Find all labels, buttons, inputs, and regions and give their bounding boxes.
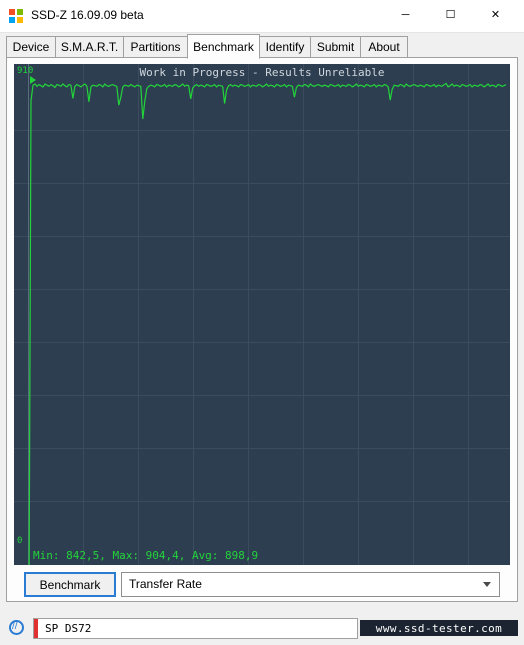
- tab-partitions[interactable]: Partitions: [123, 36, 188, 58]
- maximize-icon: ☐: [445, 9, 456, 21]
- close-button[interactable]: ✕: [473, 0, 518, 31]
- device-field[interactable]: SP DS72: [33, 618, 358, 639]
- benchmark-graph: Work in Progress - Results Unreliable 91…: [14, 64, 510, 565]
- mode-select[interactable]: Transfer Rate: [121, 572, 500, 597]
- tab-strip: Device S.M.A.R.T. Partitions Benchmark I…: [6, 34, 518, 59]
- graph-stats-label: Min: 842,5, Max: 904,4, Avg: 898,9: [33, 549, 259, 562]
- chevron-down-icon: [483, 582, 491, 587]
- minimize-icon: ─: [401, 9, 410, 21]
- window-title: SSD-Z 16.09.09 beta: [31, 8, 144, 22]
- app-window: SSD-Z 16.09.09 beta ─ ☐ ✕ Device S.M.A.R…: [0, 0, 524, 645]
- tab-smart[interactable]: S.M.A.R.T.: [55, 36, 124, 58]
- tab-about[interactable]: About: [360, 36, 408, 58]
- drive-scan-icon: //: [9, 620, 25, 636]
- benchmark-button[interactable]: Benchmark: [24, 572, 116, 597]
- maximize-button[interactable]: ☐: [428, 0, 473, 31]
- tab-submit[interactable]: Submit: [310, 36, 361, 58]
- minimize-button[interactable]: ─: [383, 0, 428, 31]
- tab-benchmark[interactable]: Benchmark: [187, 34, 260, 59]
- mode-select-value: Transfer Rate: [129, 577, 202, 591]
- tab-device[interactable]: Device: [6, 36, 56, 58]
- device-name: SP DS72: [45, 622, 92, 635]
- windows-logo-icon: [9, 9, 23, 23]
- status-bar: // SP DS72 www.ssd-tester.com: [0, 608, 524, 645]
- close-icon: ✕: [490, 9, 501, 21]
- device-status-bar: [34, 619, 38, 638]
- title-bar: SSD-Z 16.09.09 beta ─ ☐ ✕: [0, 0, 524, 33]
- benchmark-panel: Work in Progress - Results Unreliable 91…: [6, 57, 518, 602]
- tab-identify[interactable]: Identify: [259, 36, 311, 58]
- watermark: www.ssd-tester.com: [360, 620, 518, 636]
- transfer-rate-plot: [28, 82, 507, 565]
